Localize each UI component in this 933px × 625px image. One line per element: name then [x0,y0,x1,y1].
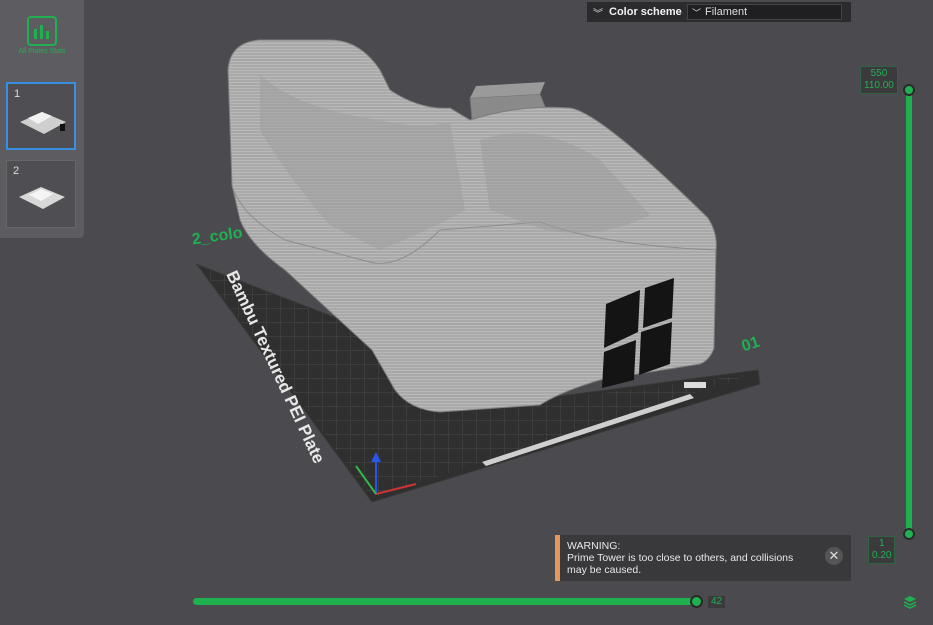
color-scheme-value: Filament [705,6,748,18]
bottom-layer-label: 1 0.20 [868,536,896,564]
plate-number: 2 [13,165,20,177]
plate-thumbnail-2[interactable]: 2 [6,160,76,228]
color-scheme-label: Color scheme [609,6,682,18]
plate-number: 1 [14,88,21,100]
plate-thumbnail-1[interactable]: 1 [6,82,76,150]
plate-panel: All Plates Stats 1 2 [0,0,84,238]
color-scheme-bar: ︾ Color scheme ﹀ Filament [587,2,851,22]
bottom-layer-number: 1 [878,538,885,549]
bottom-layer-height: 0.20 [872,550,892,561]
layer-slider-track[interactable] [906,90,912,536]
close-icon[interactable]: ✕ [825,547,843,565]
all-plates-stats-button[interactable]: All Plates Stats [8,8,76,72]
collapse-chevron-icon[interactable]: ︾ [587,5,609,20]
top-layer-number: 550 [870,68,888,79]
move-slider-handle[interactable] [690,595,703,608]
plate-preview-icon [19,187,65,209]
color-scheme-select[interactable]: ﹀ Filament [687,4,842,20]
warning-message: Prime Tower is too close to others, and … [567,552,794,576]
move-slider-value: 42 [708,596,726,608]
top-layer-label: 550 110.00 [860,66,898,94]
plate-preview-icon [20,112,66,134]
chevron-down-icon: ﹀ [692,7,702,18]
layer-slider-bottom-handle[interactable] [903,528,915,540]
all-plates-stats-label: All Plates Stats [18,48,66,55]
move-slider-track[interactable] [193,598,699,605]
top-layer-height: 110.00 [864,80,894,91]
warning-notification: WARNING: Prime Tower is too close to oth… [555,535,851,581]
layer-slider-top-handle[interactable] [903,84,915,96]
layers-icon[interactable] [903,595,917,609]
warning-title: WARNING: [567,540,621,552]
stats-icon [27,16,57,46]
viewport-3d[interactable]: Bambu Textured PEI Plate [0,0,933,625]
